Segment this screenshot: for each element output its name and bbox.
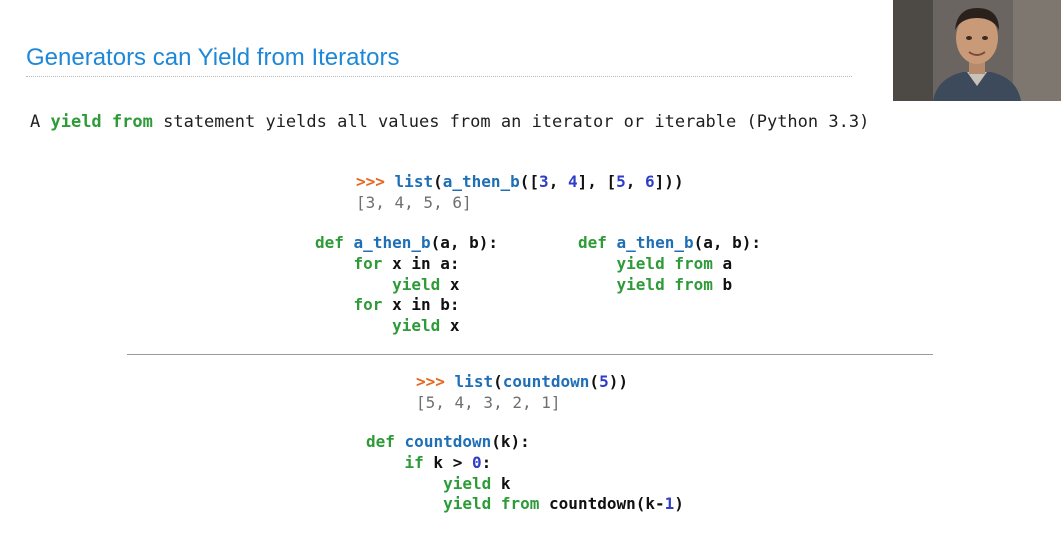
repl-output: [5, 4, 3, 2, 1] [416,392,561,412]
keyword-yield: yield [50,112,102,132]
code-a-then-b-yield-from: def a_then_b(a, b): yield from a yield f… [578,233,762,294]
code-example-a-then-b-call: >>> list(a_then_b([3, 4], [5, 6])) [3, 4… [356,172,684,212]
repl-prompt: >>> [356,172,385,191]
presenter-video [893,0,1061,101]
code-example-countdown-call: >>> list(countdown(5)) [5, 4, 3, 2, 1] [416,372,628,412]
repl-output: [3, 4, 5, 6] [356,192,472,212]
repl-prompt: >>> [416,372,445,391]
keyword-from: from [111,112,153,132]
code-countdown: def countdown(k): if k > 0: yield k yiel… [366,432,684,514]
title-underline [26,76,852,77]
code-a-then-b-loops: def a_then_b(a, b): for x in a: yield x … [315,233,499,336]
presenter-figure [893,0,1061,101]
slide-title: Generators can Yield from Iterators [26,44,400,71]
section-divider [127,354,933,355]
intro-text: A yield from statement yields all values… [30,112,870,132]
